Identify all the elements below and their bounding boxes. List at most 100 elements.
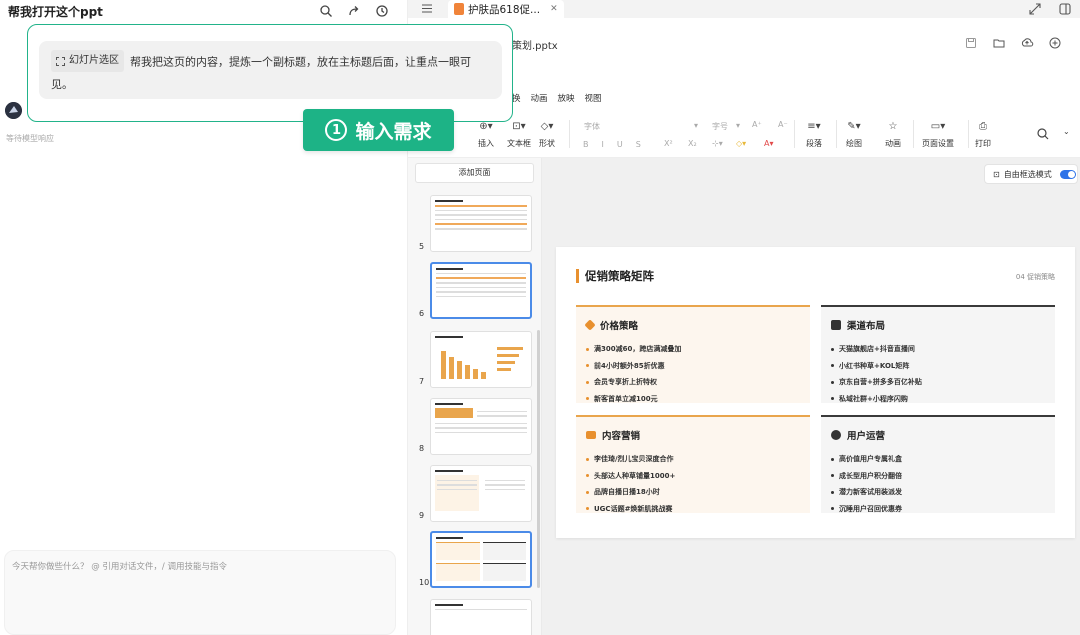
sidebar-toggle-icon[interactable] (1058, 2, 1072, 16)
card-pricing: 价格策略 满300减60，跨店满减叠加 前4小时额外85折优惠 会员专享折上折特… (576, 305, 810, 403)
card-content-marketing: 内容营销 李佳琦/烈儿宝贝深度合作 头部达人种草铺量1000+ 品牌自播日播18… (576, 415, 810, 513)
slide-thumb-5[interactable] (430, 195, 532, 252)
card-item: 新客首单立减100元 (586, 391, 800, 408)
card-item: 品牌自播日播18小时 (586, 484, 800, 501)
assistant-avatar (5, 102, 22, 119)
chat-input-placeholder: 今天帮你做些什么？ @ 引用对话文件，/ 调用技能与指令 (12, 562, 227, 572)
current-slide[interactable]: 促销策略矩阵 04 促销策略 价格策略 满300减60，跨店满减叠加 前4小时额… (556, 247, 1075, 538)
card-heading: 渠道布局 (847, 321, 886, 332)
menu-icon[interactable] (422, 2, 432, 16)
chevron-down-icon[interactable]: ▾ (694, 121, 698, 130)
toolbar-divider (794, 120, 795, 148)
lasso-icon: ⊡ (993, 169, 1000, 179)
tab-document[interactable]: 护肤品618促... ✕ (448, 0, 564, 18)
filename: 策划.pptx (512, 41, 558, 52)
step-label: 输入需求 (355, 120, 432, 143)
add-page-button[interactable]: 添加页面 (415, 163, 534, 183)
step-badge: 1 输入需求 (303, 109, 454, 151)
slide-thumb-11[interactable] (430, 599, 532, 635)
shape-button[interactable]: ◇▾ 形状 (539, 120, 555, 149)
highlight-icon[interactable]: ◇▾ (736, 139, 746, 148)
selection-chip-label: 幻灯片选区 (69, 55, 119, 66)
step-number: 1 (325, 119, 348, 141)
insert-label: 插入 (478, 139, 494, 148)
card-item: UGC话题#焕新肌挑战赛 (586, 501, 800, 518)
app-topbar: 护肤品618促... ✕ (408, 0, 1080, 18)
text-effect-icon[interactable]: ⊹▾ (712, 139, 723, 148)
user-message: 幻灯片选区 帮我把这页的内容，提炼一个副标题，放在主标题后面，让重点一眼可见。 (39, 41, 502, 99)
share-icon[interactable] (347, 4, 361, 18)
request-callout: 幻灯片选区 帮我把这页的内容，提炼一个副标题，放在主标题后面，让重点一眼可见。 (27, 24, 513, 122)
print-button[interactable]: ⎙ 打印 (975, 120, 991, 149)
menu-item-view[interactable]: 视图 (585, 92, 602, 104)
page-setup-label: 页面设置 (922, 139, 954, 148)
animation-button[interactable]: ☆ 动画 (885, 120, 901, 149)
card-item: 天猫旗舰店+抖音直播间 (831, 341, 1045, 358)
search-icon[interactable] (1036, 127, 1050, 141)
add-icon[interactable] (1048, 36, 1062, 50)
folder-icon[interactable] (992, 36, 1006, 50)
slide-thumb-9[interactable] (430, 465, 532, 522)
tab-title: 护肤品618促... (468, 3, 541, 16)
users-icon (831, 430, 841, 440)
close-icon[interactable]: ✕ (550, 4, 558, 14)
draw-button[interactable]: ✎▾ 绘图 (846, 120, 862, 149)
textbox-icon: ⊡▾ (512, 120, 526, 132)
cloud-upload-icon[interactable] (1020, 36, 1034, 50)
lasso-mode-toggle[interactable]: ⊡ 自由框选模式 (984, 164, 1078, 184)
card-channels: 渠道布局 天猫旗舰店+抖音直播间 小红书种草+KOL矩阵 京东自营+拼多多百亿补… (821, 305, 1055, 403)
card-item: 私域社群+小程序闪购 (831, 391, 1045, 408)
card-item: 高价值用户专属礼盒 (831, 451, 1045, 468)
thumb-number: 8 (419, 444, 425, 453)
menu-item-animation[interactable]: 动画 (531, 92, 548, 104)
font-shrink-icon[interactable]: A⁻ (778, 120, 788, 129)
font-select[interactable]: 字体 (584, 121, 600, 132)
menu-item-transition[interactable]: 换 (512, 92, 521, 104)
expand-icon[interactable] (1028, 2, 1042, 16)
paragraph-label: 段落 (806, 139, 822, 148)
toolbar-divider (968, 120, 969, 148)
chat-input[interactable]: 今天帮你做些什么？ @ 引用对话文件，/ 调用技能与指令 (4, 550, 396, 635)
textbox-button[interactable]: ⊡▾ 文本框 (507, 120, 531, 149)
chevron-down-icon[interactable]: ▾ (736, 121, 740, 130)
thumb-number: 9 (419, 511, 425, 520)
card-heading: 价格策略 (600, 321, 639, 332)
font-grow-icon[interactable]: A⁺ (752, 120, 762, 129)
thumbnails-scrollbar[interactable] (537, 330, 540, 588)
card-item: 沉睡用户召回优惠券 (831, 501, 1045, 518)
text-format-icons[interactable]: BIUS (583, 140, 654, 149)
font-color-icon[interactable]: A▾ (764, 139, 774, 148)
chevron-down-icon[interactable]: ⌄ (1063, 127, 1070, 136)
insert-button[interactable]: ⊕▾ 插入 (478, 120, 494, 149)
page-setup-button[interactable]: ▭▾ 页面设置 (922, 120, 954, 149)
tag-icon (584, 319, 596, 331)
font-size-select[interactable]: 字号 (712, 121, 728, 132)
slide-thumb-7[interactable] (430, 331, 532, 388)
menu-item-slideshow[interactable]: 放映 (558, 92, 575, 104)
card-item: 京东自营+拼多多百亿补贴 (831, 374, 1045, 391)
thumb-number: 5 (419, 242, 425, 251)
slide-thumb-10[interactable] (430, 531, 532, 588)
card-item: 前4小时额外85折优惠 (586, 358, 800, 375)
slide-thumb-8[interactable] (430, 398, 532, 455)
chat-header: 帮我打开这个ppt (0, 0, 407, 22)
selection-chip[interactable]: 幻灯片选区 (51, 50, 124, 72)
video-icon (586, 431, 596, 439)
search-icon[interactable] (319, 4, 333, 18)
slide-thumbnails: 添加页面 5 6 7 8 9 10 (408, 158, 542, 635)
card-item: 会员专享折上折特权 (586, 374, 800, 391)
paragraph-button[interactable]: ≡▾ 段落 (806, 120, 822, 149)
superscript-icon[interactable]: X² (664, 139, 673, 148)
save-icon[interactable] (964, 36, 978, 50)
animation-label: 动画 (885, 139, 901, 148)
waiting-status: 等待模型响应 (6, 134, 54, 143)
card-heading: 用户运营 (847, 431, 886, 442)
print-icon: ⎙ (979, 120, 987, 132)
subscript-icon[interactable]: X₂ (688, 139, 697, 148)
selection-icon (56, 56, 65, 66)
toolbar-divider (569, 120, 570, 148)
animation-icon: ☆ (888, 120, 898, 132)
history-icon[interactable] (375, 4, 389, 18)
slide-thumb-6[interactable] (430, 262, 532, 319)
toggle-switch[interactable] (1059, 169, 1076, 179)
